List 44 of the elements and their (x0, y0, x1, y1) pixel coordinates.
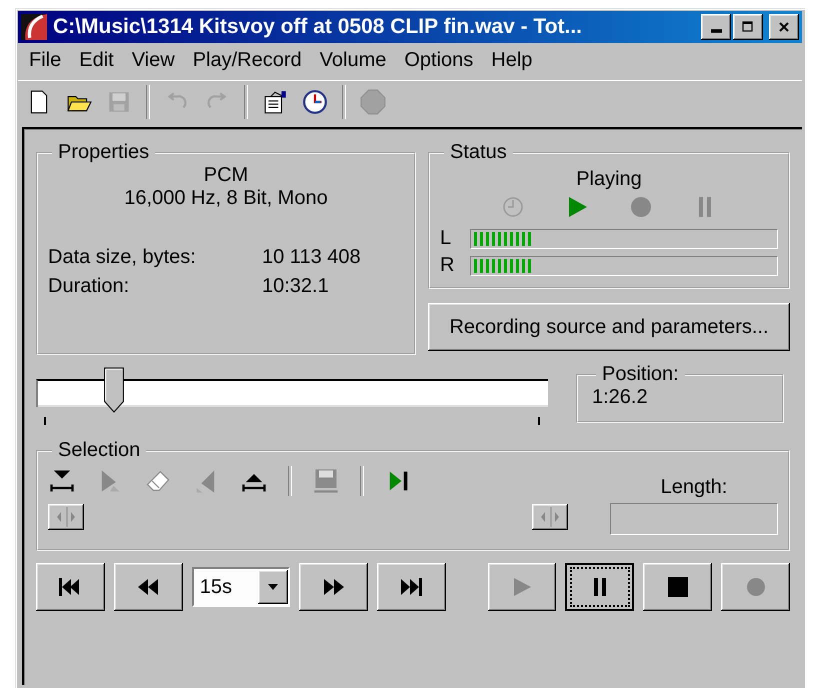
spin-buttons[interactable] (48, 504, 84, 530)
recording-settings-button[interactable]: Recording source and parameters... (428, 303, 790, 351)
menu-item[interactable]: File (20, 49, 70, 72)
skip-to-end-button[interactable] (377, 563, 446, 611)
fast-forward-button[interactable] (299, 563, 368, 611)
menu-item[interactable]: Help (482, 49, 542, 72)
channel-label: L (440, 227, 452, 250)
maximize-button[interactable] (733, 14, 763, 40)
spin-buttons[interactable] (532, 504, 568, 530)
window-title: C:\Music\1314 Kitsvoy off at 0508 CLIP fin.wav - Tot... (53, 15, 584, 39)
property-value: 10 113 408 (262, 246, 362, 269)
menu-item[interactable]: View (122, 49, 184, 72)
property-value: 10:32.1 (262, 275, 330, 298)
status-text: Playing (575, 168, 643, 191)
clock-icon[interactable] (302, 89, 328, 115)
format-parameters: 16,000 Hz, 8 Bit, Mono (123, 187, 329, 210)
pause-button[interactable] (565, 563, 634, 611)
close-icon (778, 21, 790, 33)
property-label: Data size, bytes: (48, 246, 197, 269)
dropdown-arrow-icon (267, 583, 280, 591)
menu-item[interactable]: Options (395, 49, 482, 72)
minimize-button[interactable] (701, 14, 731, 40)
menu-item[interactable]: Play/Record (184, 49, 311, 72)
app-logo-icon (21, 14, 47, 40)
stop-button[interactable] (643, 563, 712, 611)
length-field[interactable] (610, 503, 778, 535)
group-title: Status (449, 141, 508, 164)
property-label: Duration: (48, 275, 130, 298)
length-label: Length: (660, 476, 728, 499)
skip-to-start-button[interactable] (36, 563, 105, 611)
group-title: Selection (57, 439, 142, 462)
channel-label: R (440, 254, 456, 277)
properties-icon[interactable] (262, 89, 288, 115)
maximize-icon (742, 21, 754, 33)
group-title: Properties (57, 141, 150, 164)
format-text: PCM (202, 164, 250, 187)
rewind-button[interactable] (114, 563, 183, 611)
menu-item[interactable]: Volume (310, 49, 396, 72)
step-dropdown[interactable]: 15s (192, 567, 290, 607)
group-title: Position: (601, 363, 680, 386)
close-button[interactable] (769, 14, 799, 40)
position-value: 1:26.2 (592, 386, 648, 408)
minimize-icon (710, 29, 722, 33)
menu-item[interactable]: Edit (70, 49, 123, 72)
